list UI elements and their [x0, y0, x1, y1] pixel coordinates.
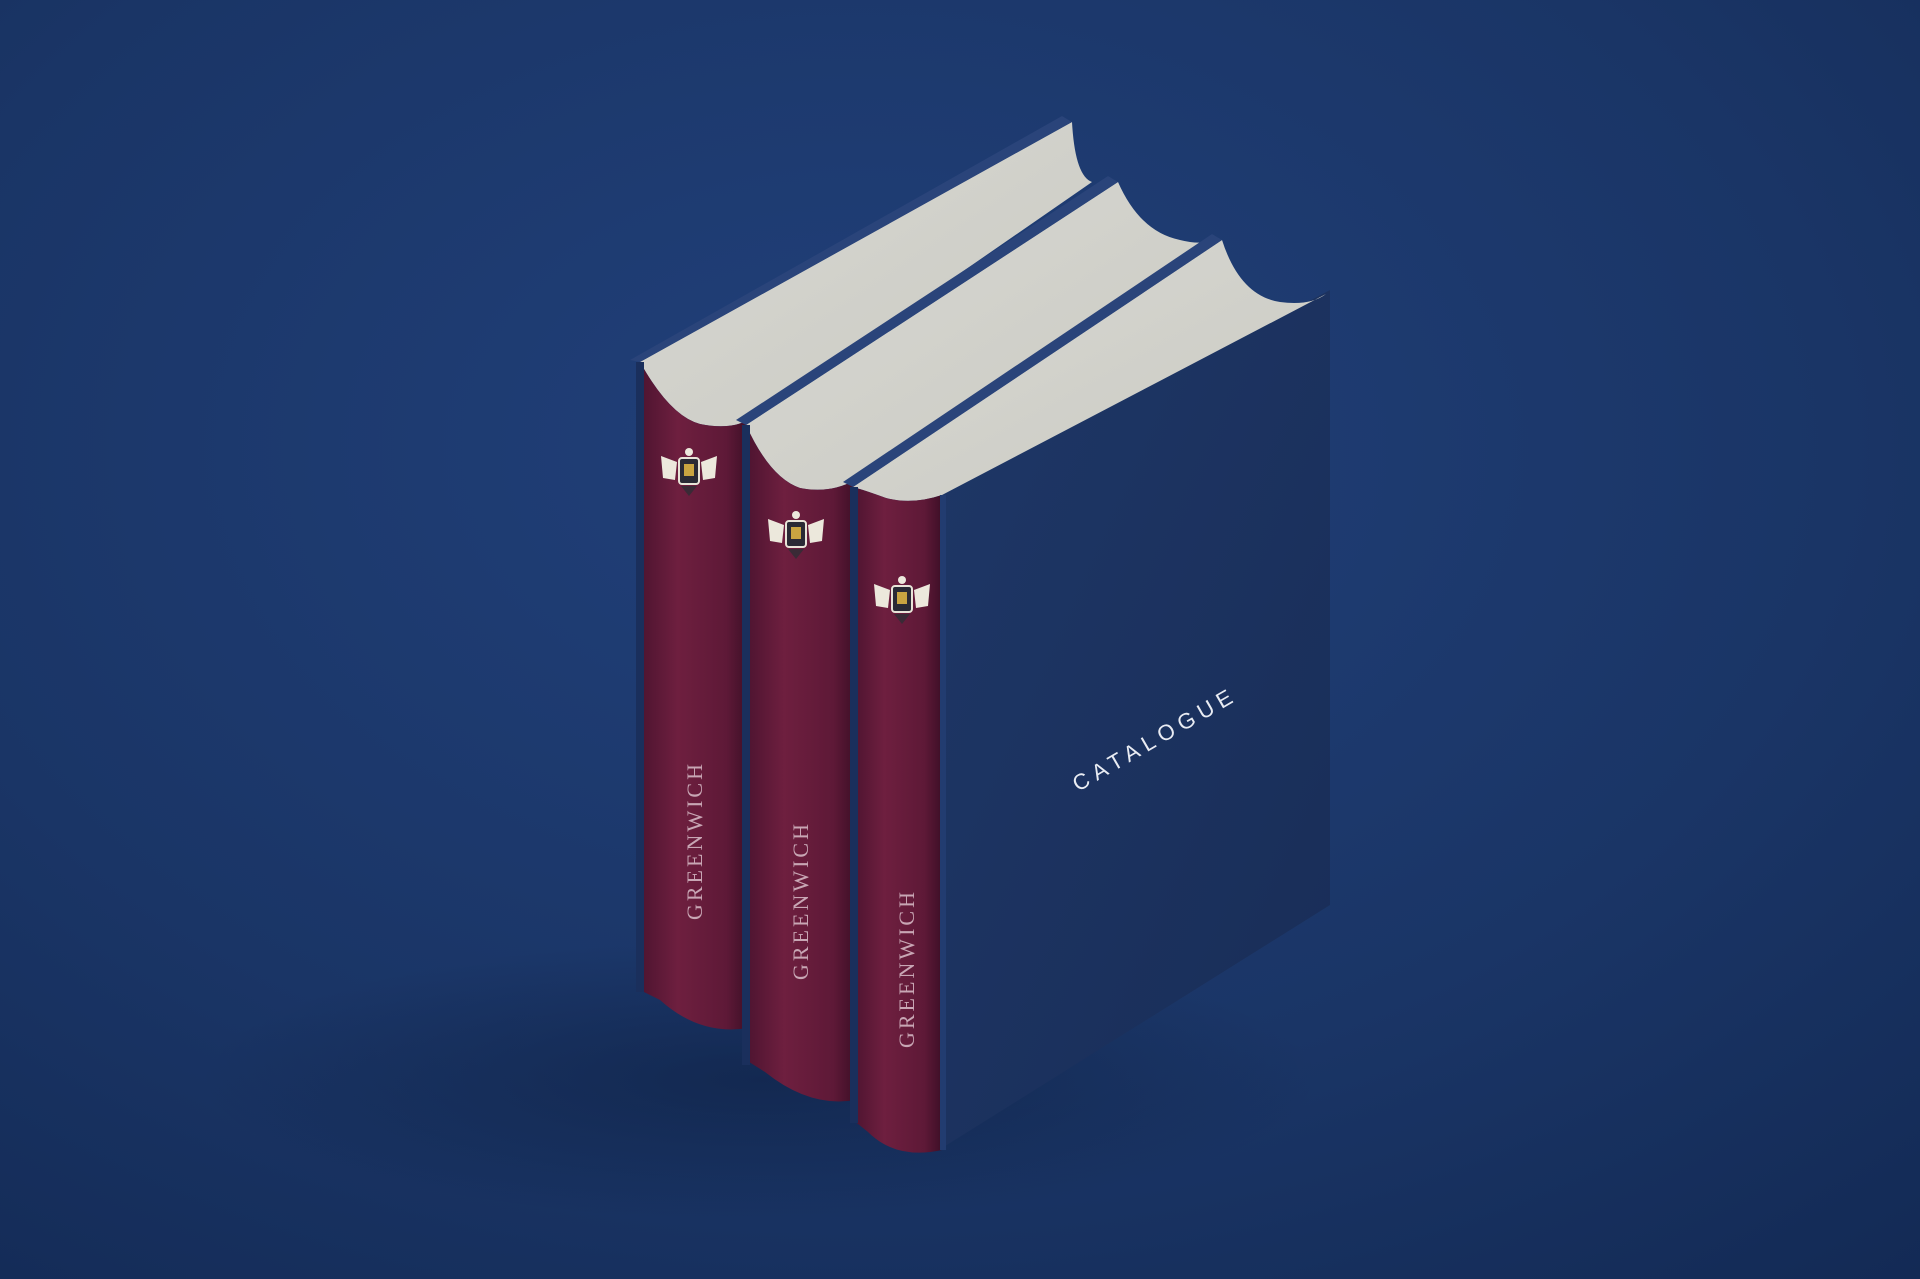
- book-scene: GREENWICH GREENWICH GREENWICH CATALOGUE: [0, 0, 1920, 1279]
- spine-title: GREENWICH: [788, 821, 813, 980]
- spine-title: GREENWICH: [682, 761, 707, 920]
- spine-title: GREENWICH: [894, 889, 919, 1048]
